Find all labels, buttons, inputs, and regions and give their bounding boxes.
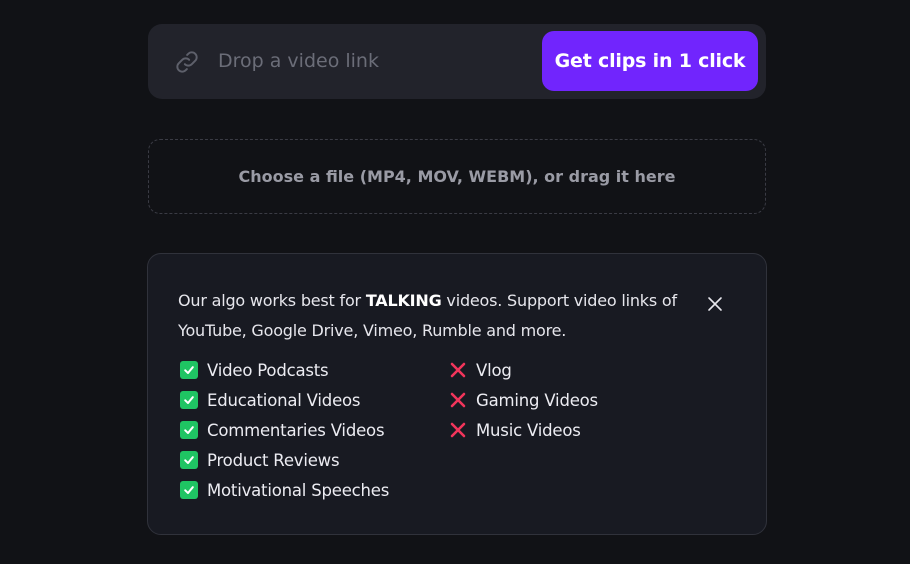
cross-icon xyxy=(450,422,466,438)
supported-item-label: Motivational Speeches xyxy=(207,480,390,500)
cross-icon xyxy=(450,362,466,378)
list-item: Video Podcasts xyxy=(180,355,389,385)
supported-item-label: Video Podcasts xyxy=(207,360,329,380)
check-icon xyxy=(180,391,198,409)
check-icon xyxy=(180,451,198,469)
supported-list: Video Podcasts Educational Videos Commen… xyxy=(180,355,389,505)
list-item: Gaming Videos xyxy=(449,385,598,415)
supported-item-label: Commentaries Videos xyxy=(207,420,385,440)
list-item: Vlog xyxy=(449,355,598,385)
check-icon xyxy=(180,421,198,439)
video-link-input[interactable] xyxy=(218,42,518,80)
unsupported-item-label: Music Videos xyxy=(476,420,581,440)
unsupported-item-label: Vlog xyxy=(476,360,512,380)
supported-item-label: Educational Videos xyxy=(207,390,361,410)
list-item: Educational Videos xyxy=(180,385,389,415)
check-icon xyxy=(180,481,198,499)
link-icon xyxy=(176,51,198,73)
video-link-bar: Get clips in 1 click xyxy=(148,24,766,99)
list-item: Product Reviews xyxy=(180,445,389,475)
file-dropzone[interactable]: Choose a file (MP4, MOV, WEBM), or drag … xyxy=(148,139,766,214)
unsupported-list: Vlog Gaming Videos Music Videos xyxy=(449,355,598,445)
list-item: Motivational Speeches xyxy=(180,475,389,505)
cross-icon xyxy=(450,392,466,408)
check-icon xyxy=(180,361,198,379)
unsupported-item-label: Gaming Videos xyxy=(476,390,598,410)
close-icon[interactable] xyxy=(705,294,725,314)
list-item: Music Videos xyxy=(449,415,598,445)
list-item: Commentaries Videos xyxy=(180,415,389,445)
info-text-before: Our algo works best for xyxy=(178,291,366,310)
info-text-bold: TALKING xyxy=(365,291,442,310)
get-clips-button[interactable]: Get clips in 1 click xyxy=(542,31,758,91)
info-description: Our algo works best for TALKING videos. … xyxy=(178,286,698,346)
supported-item-label: Product Reviews xyxy=(207,450,340,470)
dropzone-label: Choose a file (MP4, MOV, WEBM), or drag … xyxy=(238,167,676,186)
info-card: Our algo works best for TALKING videos. … xyxy=(147,253,767,535)
